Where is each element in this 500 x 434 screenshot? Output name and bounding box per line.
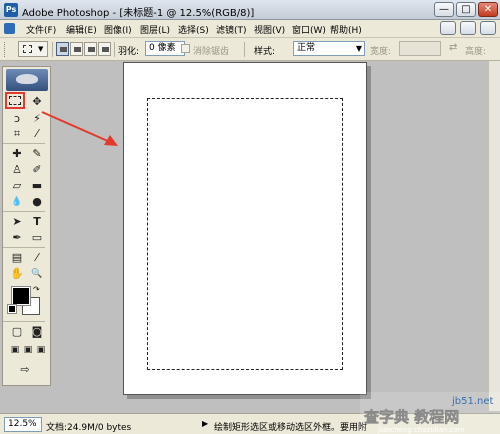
svg-text:jiaocheng.chazidian.com: jiaocheng.chazidian.com [377, 426, 465, 434]
menu-view[interactable]: 视图(V) [254, 23, 285, 36]
vertical-scrollbar[interactable] [488, 61, 500, 411]
swap-colors-icon[interactable]: ↷ [33, 285, 40, 294]
svg-text:jb51.net: jb51.net [451, 396, 494, 407]
path-selection-tool-icon[interactable]: ➤ [9, 214, 25, 230]
menu-select[interactable]: 选择(S) [178, 23, 209, 36]
site-watermark: jb51.net 查字典 教程网 jiaocheng.chazidian.com [360, 392, 500, 434]
minimize-button[interactable]: — [434, 2, 454, 17]
width-input[interactable] [399, 41, 441, 56]
healing-brush-tool-icon[interactable]: ✚ [9, 146, 25, 162]
rect-marquee-icon [23, 45, 32, 53]
type-tool-icon[interactable]: T [29, 214, 45, 230]
zoom-tool-icon[interactable]: 🔍 [29, 266, 45, 282]
window-title: Adobe Photoshop - [未标题-1 @ 12.5%(RGB/8)] [22, 8, 255, 19]
style-dropdown[interactable]: 正常 ▼ [293, 41, 365, 56]
photoshop-app-icon[interactable]: Ps [4, 3, 18, 17]
svg-text:查字典 教程网: 查字典 教程网 [364, 408, 459, 426]
options-bar: ▼ 羽化: 0 像素 消除锯齿 样式: 正常 ▼ 宽度: ⇄ 高度: [0, 38, 500, 61]
zoom-level-field[interactable]: 12.5% [4, 417, 42, 432]
title-bar: Ps Adobe Photoshop - [未标题-1 @ 12.5%(RGB/… [0, 0, 500, 20]
subtract-selection-button[interactable] [84, 42, 97, 56]
pen-tool-icon[interactable]: ✒ [9, 230, 25, 246]
quickmask-mode-icon[interactable]: ◙ [29, 324, 45, 340]
annotation-arrow [41, 111, 118, 146]
divider [114, 42, 115, 57]
menu-bar: 文件(F) 编辑(E) 图像(I) 图层(L) 选择(S) 滤镜(T) 视图(V… [0, 20, 500, 38]
dodge-tool-icon[interactable]: ● [29, 194, 45, 210]
default-colors-icon[interactable] [7, 304, 17, 314]
new-selection-button[interactable] [56, 42, 69, 56]
style-label: 样式: [254, 47, 276, 57]
notes-tool-icon[interactable]: ▤ [9, 250, 25, 266]
marquee-selection[interactable] [147, 98, 343, 370]
chevron-down-icon: ▼ [355, 44, 362, 53]
history-brush-tool-icon[interactable]: ✐ [29, 162, 45, 178]
menu-image[interactable]: 图像(I) [104, 23, 132, 36]
menu-file[interactable]: 文件(F) [26, 23, 56, 36]
toolbox-divider [3, 321, 45, 322]
doc-minimize-button[interactable] [440, 21, 456, 35]
shape-tool-icon[interactable]: ▭ [29, 230, 45, 246]
options-grip[interactable] [4, 42, 7, 57]
clone-stamp-tool-icon[interactable]: ♙ [9, 162, 25, 178]
tool-preset-picker[interactable]: ▼ [18, 41, 48, 57]
height-label: 高度: [465, 47, 487, 57]
menu-edit[interactable]: 编辑(E) [66, 23, 97, 36]
intersect-selection-button[interactable] [98, 42, 111, 56]
screen-mode-full-icon[interactable]: ▣ [33, 342, 49, 358]
crop-tool-icon[interactable]: ⌗ [9, 126, 25, 142]
doc-restore-button[interactable] [460, 21, 476, 35]
photoshop-feather-logo[interactable] [6, 69, 48, 91]
eraser-tool-icon[interactable]: ▱ [9, 178, 25, 194]
document-size-info[interactable]: 文档:24.9M/0 bytes [46, 420, 131, 433]
chevron-down-icon: ▼ [38, 45, 44, 53]
status-message: 绘制矩形选区或移动选区外框。要用附 [214, 423, 368, 433]
status-menu-arrow-icon[interactable]: ▶ [202, 419, 208, 428]
close-button[interactable]: ✕ [478, 2, 498, 17]
document-menu-icon[interactable] [4, 23, 15, 34]
feather-input[interactable]: 0 像素 [145, 41, 185, 56]
foreground-color-swatch[interactable] [11, 286, 31, 306]
blur-tool-icon[interactable]: 💧 [9, 194, 25, 210]
menu-filter[interactable]: 滤镜(T) [216, 23, 247, 36]
rectangular-marquee-tool-icon[interactable] [9, 96, 21, 105]
toolbox-divider [3, 247, 45, 248]
doc-close-button[interactable] [480, 21, 496, 35]
toolbox-divider [3, 211, 45, 212]
width-label: 宽度: [370, 47, 392, 57]
antialias-label: 消除锯齿 [193, 47, 230, 57]
style-value: 正常 [297, 43, 316, 53]
divider [52, 42, 53, 57]
lasso-tool-icon[interactable]: ↄ [9, 111, 25, 127]
menu-layer[interactable]: 图层(L) [140, 23, 170, 36]
maximize-button[interactable]: □ [456, 2, 476, 17]
add-to-selection-button[interactable] [70, 42, 83, 56]
hand-tool-icon[interactable]: ✋ [9, 266, 25, 282]
standard-mode-icon[interactable]: ▢ [9, 324, 25, 340]
menu-help[interactable]: 帮助(H) [330, 23, 362, 36]
antialias-checkbox[interactable] [181, 44, 190, 53]
gradient-tool-icon[interactable]: ▬ [29, 178, 45, 194]
swap-icon[interactable]: ⇄ [449, 42, 457, 53]
jump-to-imageready-icon[interactable]: ⇨ [17, 362, 33, 378]
menu-window[interactable]: 窗口(W) [292, 23, 326, 36]
eyedropper-tool-icon[interactable]: ⁄ [29, 250, 45, 266]
divider [244, 42, 245, 57]
feather-label: 羽化: [118, 47, 140, 57]
